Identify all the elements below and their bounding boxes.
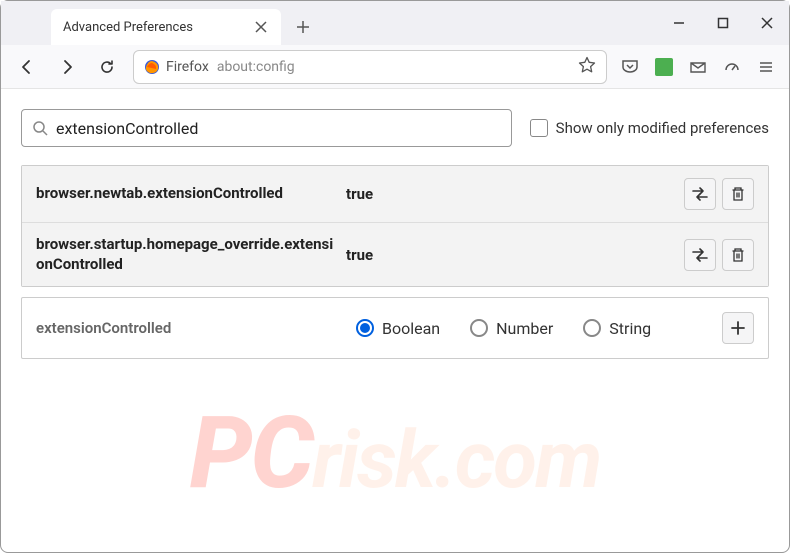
pref-value: true [346, 246, 674, 264]
radio-icon [470, 319, 488, 337]
radio-boolean[interactable]: Boolean [356, 319, 440, 338]
reload-button[interactable] [93, 53, 121, 81]
trash-icon [730, 247, 746, 263]
pref-actions [684, 178, 754, 210]
minimize-button[interactable] [667, 11, 691, 35]
table-row: browser.newtab.extensionControlled true [22, 166, 768, 222]
maximize-button[interactable] [711, 11, 735, 35]
close-window-button[interactable] [755, 11, 779, 35]
add-pref-name: extensionControlled [36, 319, 326, 337]
radio-number[interactable]: Number [470, 319, 553, 338]
back-button[interactable] [13, 53, 41, 81]
search-row: Show only modified preferences [21, 109, 769, 147]
search-input-container[interactable] [21, 109, 512, 147]
radio-label: Boolean [382, 319, 440, 338]
identity-label: Firefox [166, 59, 209, 75]
identity-box[interactable]: Firefox [144, 59, 209, 75]
firefox-icon [144, 59, 160, 75]
navigation-toolbar: Firefox about:config [1, 45, 789, 89]
pref-actions [684, 239, 754, 271]
inbox-icon[interactable] [687, 56, 709, 78]
radio-label: String [609, 319, 651, 338]
radio-icon [356, 319, 374, 337]
dashboard-icon[interactable] [721, 56, 743, 78]
toggle-icon [691, 246, 709, 264]
new-tab-button[interactable] [285, 9, 321, 45]
tab-title: Advanced Preferences [63, 20, 245, 35]
bookmark-star-icon[interactable] [578, 56, 596, 78]
window-controls [667, 11, 779, 35]
url-text: about:config [217, 59, 570, 75]
table-row: browser.startup.homepage_override.extens… [22, 222, 768, 286]
add-preference-row: extensionControlled Boolean Number Strin… [21, 297, 769, 359]
radio-label: Number [496, 319, 553, 338]
type-radio-group: Boolean Number String [356, 319, 692, 338]
close-tab-icon[interactable] [253, 16, 269, 39]
pref-value: true [346, 185, 674, 203]
hamburger-menu-icon[interactable] [755, 56, 777, 78]
trash-icon [730, 186, 746, 202]
watermark: PCrisk.com [190, 395, 601, 512]
about-config-content: Show only modified preferences browser.n… [1, 89, 789, 379]
forward-button[interactable] [53, 53, 81, 81]
search-input[interactable] [56, 119, 501, 138]
radio-icon [583, 319, 601, 337]
pocket-icon[interactable] [619, 56, 641, 78]
delete-button[interactable] [722, 239, 754, 271]
preferences-table: browser.newtab.extensionControlled true … [21, 165, 769, 287]
extension-icon[interactable] [653, 56, 675, 78]
title-bar: Advanced Preferences [1, 1, 789, 45]
plus-icon [730, 320, 746, 336]
add-button[interactable] [722, 312, 754, 344]
url-bar[interactable]: Firefox about:config [133, 50, 607, 84]
radio-string[interactable]: String [583, 319, 651, 338]
toggle-button[interactable] [684, 178, 716, 210]
toolbar-actions [619, 56, 777, 78]
search-icon [32, 120, 48, 136]
show-modified-label: Show only modified preferences [556, 119, 769, 137]
browser-tab[interactable]: Advanced Preferences [51, 9, 281, 45]
checkbox-icon[interactable] [530, 119, 548, 137]
show-modified-checkbox[interactable]: Show only modified preferences [530, 119, 769, 137]
delete-button[interactable] [722, 178, 754, 210]
pref-name: browser.newtab.extensionControlled [36, 184, 336, 204]
pref-name: browser.startup.homepage_override.extens… [36, 235, 336, 274]
toggle-icon [691, 185, 709, 203]
toggle-button[interactable] [684, 239, 716, 271]
